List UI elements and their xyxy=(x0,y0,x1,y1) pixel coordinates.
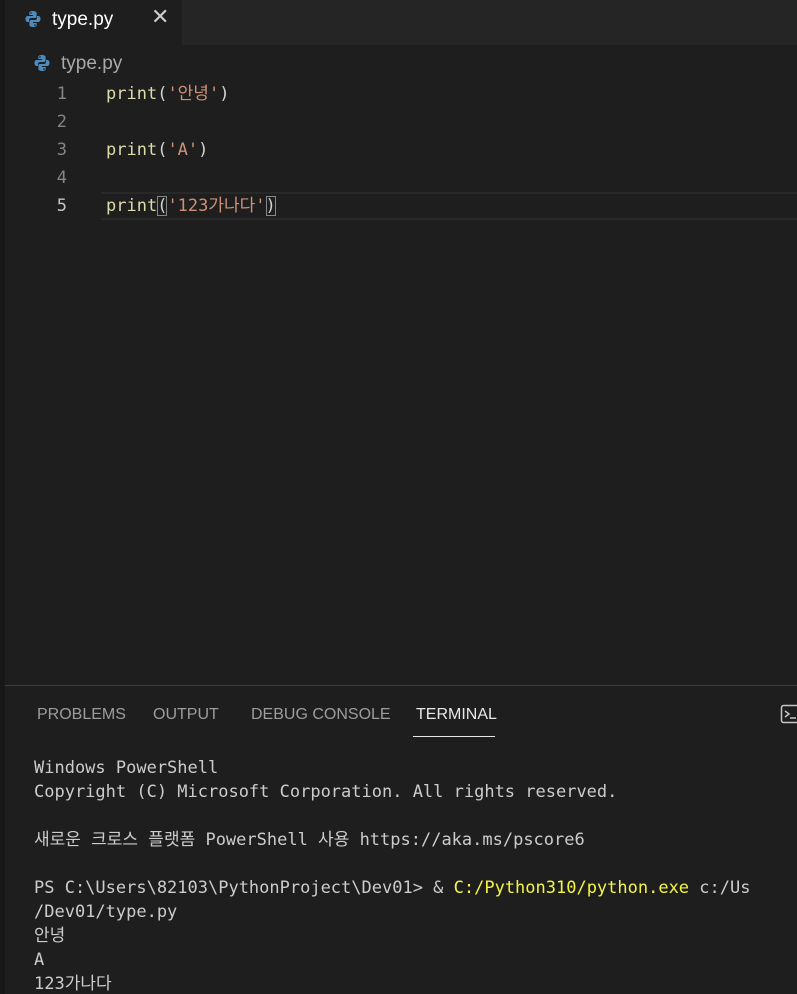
python-file-icon xyxy=(34,55,50,71)
terminal-output[interactable]: Windows PowerShell Copyright (C) Microsof… xyxy=(34,756,750,994)
active-tab-indicator xyxy=(413,736,495,737)
breadcrumb[interactable]: type.py xyxy=(5,45,797,80)
line-number: 1 xyxy=(56,84,67,104)
bracket-match: ( xyxy=(157,196,168,216)
code-editor[interactable]: 1 print('안녕') 2 3 print('A') 4 5 print('… xyxy=(5,80,797,685)
tab-problems[interactable]: PROBLEMS xyxy=(37,705,126,725)
tab-label: type.py xyxy=(52,9,114,30)
terminal-line: 123가나다 xyxy=(34,974,112,994)
code-line[interactable]: 3 print('A') xyxy=(5,136,797,164)
tab-output[interactable]: OUTPUT xyxy=(153,705,219,725)
terminal-icon[interactable] xyxy=(780,704,797,724)
code-line[interactable]: 1 print('안녕') xyxy=(5,80,797,108)
terminal-line: /Dev01/type.py xyxy=(34,902,178,922)
close-icon[interactable]: ✕ xyxy=(151,6,169,30)
tab-type-py[interactable]: type.py ✕ xyxy=(5,0,182,45)
bottom-panel: PROBLEMS OUTPUT DEBUG CONSOLE TERMINAL W… xyxy=(5,685,797,994)
terminal-line: Copyright (C) Microsoft Corporation. All… xyxy=(34,782,618,802)
breadcrumb-file: type.py xyxy=(61,53,123,74)
line-number: 3 xyxy=(56,140,67,160)
terminal-command-line: PS C:\Users\82103\PythonProject\Dev01> &… xyxy=(34,878,751,898)
code-line[interactable]: 2 xyxy=(5,108,797,136)
code-text: print('안녕') xyxy=(106,84,230,104)
code-line-current[interactable]: 5 print('123가나다') xyxy=(5,192,797,220)
line-number: 5 xyxy=(56,196,67,216)
editor-tab-bar: type.py ✕ xyxy=(5,0,797,45)
code-text: print('123가나다') xyxy=(106,196,276,216)
tab-debug-console[interactable]: DEBUG CONSOLE xyxy=(251,705,391,725)
tab-terminal[interactable]: TERMINAL xyxy=(416,705,497,725)
code-line[interactable]: 4 xyxy=(5,164,797,192)
terminal-line: 안녕 xyxy=(34,926,66,946)
terminal-line: Windows PowerShell xyxy=(34,758,219,778)
line-number: 2 xyxy=(56,112,67,132)
line-number: 4 xyxy=(56,168,67,188)
terminal-line: A xyxy=(34,950,45,970)
python-file-icon xyxy=(25,11,41,27)
terminal-line: 새로운 크로스 플랫폼 PowerShell 사용 https://aka.ms… xyxy=(34,830,585,850)
code-text: print('A') xyxy=(106,140,209,160)
bracket-match: ) xyxy=(265,196,276,216)
